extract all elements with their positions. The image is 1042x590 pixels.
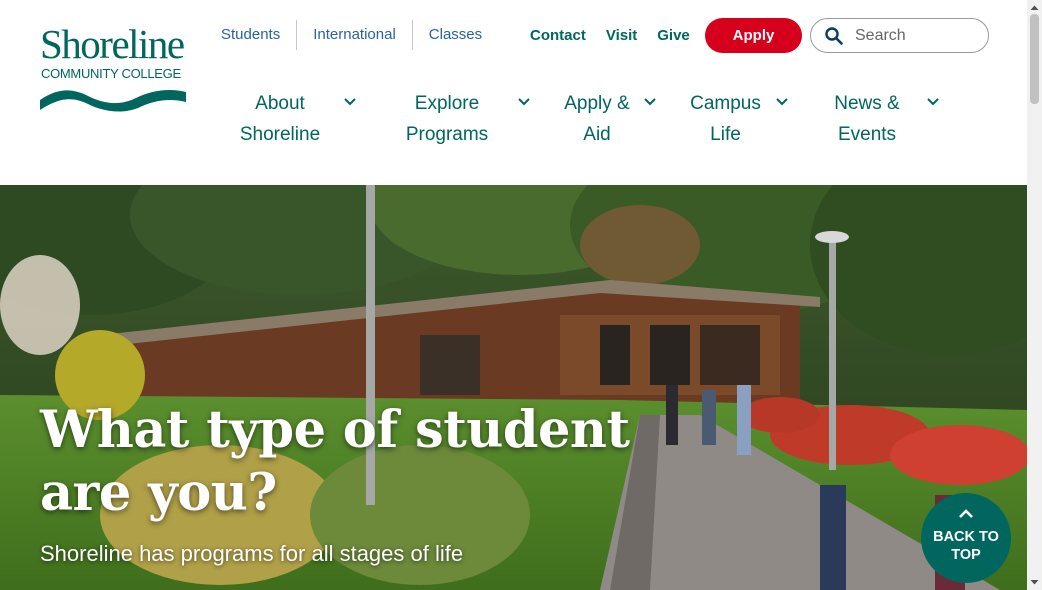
hero-heading: What type of student are you? <box>40 399 630 525</box>
chevron-down-icon[interactable] <box>926 96 940 108</box>
nav-label: Programs <box>405 124 489 145</box>
nav-label: About <box>255 93 305 114</box>
nav-about-shoreline[interactable]: About Shoreline <box>230 88 330 150</box>
site-header: Shoreline COMMUNITY COLLEGE Students Int… <box>0 0 1027 185</box>
contact-link[interactable]: Contact <box>520 27 596 44</box>
scroll-up-icon[interactable] <box>1027 2 1042 14</box>
international-link[interactable]: International <box>297 20 412 50</box>
give-link[interactable]: Give <box>647 27 700 44</box>
nav-apply-aid[interactable]: Apply & Aid <box>557 88 637 150</box>
scrollbar-thumb[interactable] <box>1030 14 1039 104</box>
nav-campus-life[interactable]: Campus Life <box>685 88 766 150</box>
back-to-top-label: TOP <box>951 547 981 563</box>
logo-name: Shoreline <box>40 21 185 67</box>
nav-label: Apply & <box>564 93 630 114</box>
logo-subtitle: COMMUNITY COLLEGE <box>41 66 181 81</box>
logo-wave-icon <box>40 90 186 112</box>
nav-label: Explore <box>414 93 480 114</box>
back-to-top-label: BACK TO <box>933 529 999 545</box>
nav-label: Aid <box>583 124 611 145</box>
search-input[interactable] <box>853 25 977 46</box>
college-logo[interactable]: Shoreline COMMUNITY COLLEGE <box>40 22 186 112</box>
search-box <box>810 18 989 53</box>
classes-link[interactable]: Classes <box>413 20 498 50</box>
chevron-down-icon[interactable] <box>517 96 531 108</box>
page: Shoreline COMMUNITY COLLEGE Students Int… <box>0 0 1027 590</box>
students-link[interactable]: Students <box>205 20 296 50</box>
nav-news-events[interactable]: News & Events <box>827 88 907 150</box>
chevron-down-icon[interactable] <box>643 96 657 108</box>
nav-label: News & <box>834 93 900 114</box>
nav-label: Life <box>710 124 741 145</box>
chevron-up-icon <box>959 509 973 518</box>
hero-subtitle: Shoreline has programs for all stages of… <box>40 541 464 566</box>
visit-link[interactable]: Visit <box>596 27 647 44</box>
search-icon[interactable] <box>825 26 843 45</box>
campus-photo <box>0 185 1027 590</box>
nav-label: Events <box>837 124 897 145</box>
hero-title-line: What type of student <box>40 400 630 460</box>
audience-nav: Students International Classes <box>205 18 498 52</box>
hero-banner: What type of student are you? Shoreline … <box>0 185 1027 590</box>
hero-title-line: are you? <box>40 463 277 523</box>
chevron-down-icon[interactable] <box>775 96 789 108</box>
apply-button[interactable]: Apply <box>705 18 802 53</box>
nav-explore-programs[interactable]: Explore Programs <box>397 88 497 150</box>
back-to-top-button[interactable]: BACK TO TOP <box>921 493 1011 583</box>
quick-links-nav: Contact Visit Give <box>520 18 700 52</box>
nav-label: Campus <box>690 93 761 114</box>
chevron-down-icon[interactable] <box>343 96 357 108</box>
nav-label: Shoreline <box>239 124 321 145</box>
scroll-down-icon[interactable] <box>1027 576 1042 588</box>
page-scrollbar[interactable] <box>1027 0 1042 590</box>
